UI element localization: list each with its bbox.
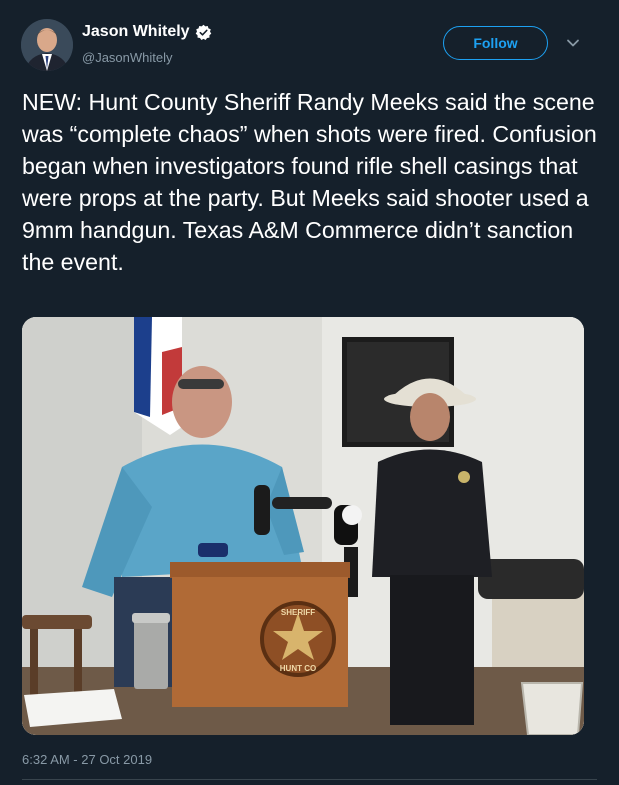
author-display-name[interactable]: Jason Whitely: [82, 23, 190, 41]
tweet-timestamp[interactable]: 6:32 AM - 27 Oct 2019: [22, 752, 152, 767]
tweet-photo[interactable]: SHERIFF HUNT CO: [22, 317, 584, 735]
avatar[interactable]: [21, 19, 73, 71]
follow-button[interactable]: Follow: [443, 26, 548, 60]
tweet-header: Jason Whitely @JasonWhitely Follow: [0, 0, 619, 80]
author-name-row[interactable]: Jason Whitely: [82, 23, 212, 41]
chevron-down-icon[interactable]: [566, 38, 580, 48]
podium-seal-bottom-text: HUNT CO: [280, 664, 316, 673]
verified-badge-icon: [195, 24, 211, 40]
press-conference-image: SHERIFF HUNT CO: [22, 317, 584, 735]
author-handle[interactable]: @JasonWhitely: [82, 50, 173, 65]
divider: [22, 779, 597, 780]
avatar-image: [21, 19, 73, 71]
tweet-text: NEW: Hunt County Sheriff Randy Meeks sai…: [22, 89, 597, 275]
podium-seal-top-text: SHERIFF: [281, 608, 315, 617]
